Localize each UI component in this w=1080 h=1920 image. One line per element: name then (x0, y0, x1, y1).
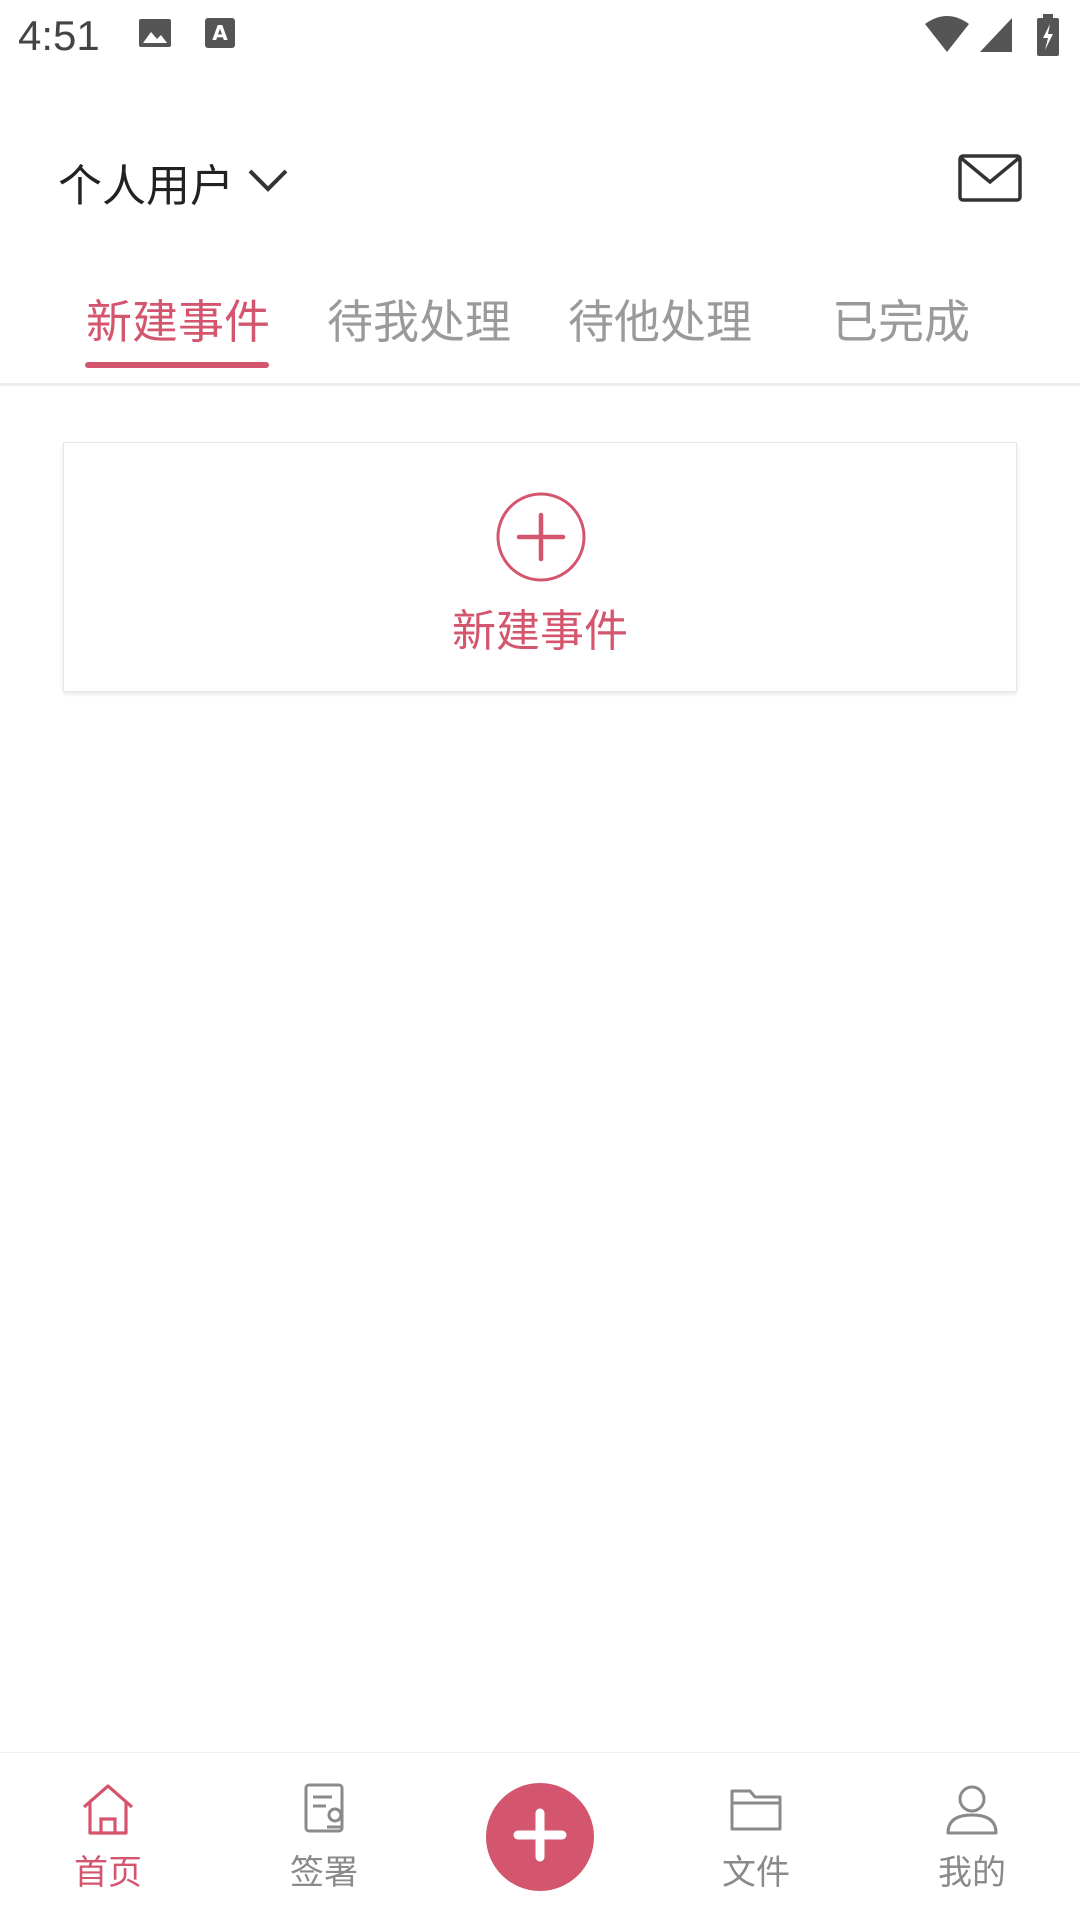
cellular-signal-icon (978, 14, 1014, 58)
wifi-icon (924, 14, 970, 58)
new-event-card[interactable]: 新建事件 (63, 442, 1017, 692)
account-label: 个人用户 (58, 161, 234, 212)
nav-sign-label: 签署 (290, 1853, 358, 1893)
nav-mine-label: 我的 (938, 1853, 1006, 1893)
battery-charging-icon (1036, 14, 1060, 60)
a-text-icon: A (204, 16, 236, 54)
svg-text:A: A (212, 21, 228, 45)
nav-files[interactable]: 文件 (676, 1781, 836, 1911)
plus-circle-icon (495, 491, 587, 583)
active-tab-indicator (85, 362, 269, 368)
image-icon (138, 16, 172, 54)
nav-mine[interactable]: 我的 (892, 1781, 1052, 1911)
tab-pending-others[interactable]: 待他处理 (568, 286, 752, 352)
event-tabs: 新建事件 待我处理 待他处理 已完成 (0, 270, 1080, 386)
tab-pending-me[interactable]: 待我处理 (327, 286, 511, 352)
sign-document-icon (244, 1781, 404, 1837)
user-icon (892, 1781, 1052, 1837)
nav-home[interactable]: 首页 (28, 1781, 188, 1911)
tab-completed[interactable]: 已完成 (832, 286, 970, 352)
home-icon (28, 1781, 188, 1837)
header: 个人用户 (0, 130, 1080, 230)
nav-files-label: 文件 (722, 1853, 790, 1893)
nav-home-label: 首页 (74, 1853, 142, 1893)
tab-new-event[interactable]: 新建事件 (86, 286, 270, 352)
bottom-nav: 首页 签署 文件 我的 (0, 1752, 1080, 1920)
plus-icon (512, 1807, 568, 1867)
mail-button[interactable] (958, 154, 1022, 202)
account-switcher[interactable]: 个人用户 (58, 150, 290, 214)
status-time: 4:51 (18, 12, 100, 59)
nav-sign[interactable]: 签署 (244, 1781, 404, 1911)
new-event-label: 新建事件 (452, 606, 628, 657)
mail-icon (958, 154, 1022, 206)
add-fab-button[interactable] (486, 1783, 594, 1891)
chevron-down-icon (246, 165, 290, 199)
folder-icon (676, 1781, 836, 1837)
status-bar: 4:51 A (0, 0, 1080, 72)
